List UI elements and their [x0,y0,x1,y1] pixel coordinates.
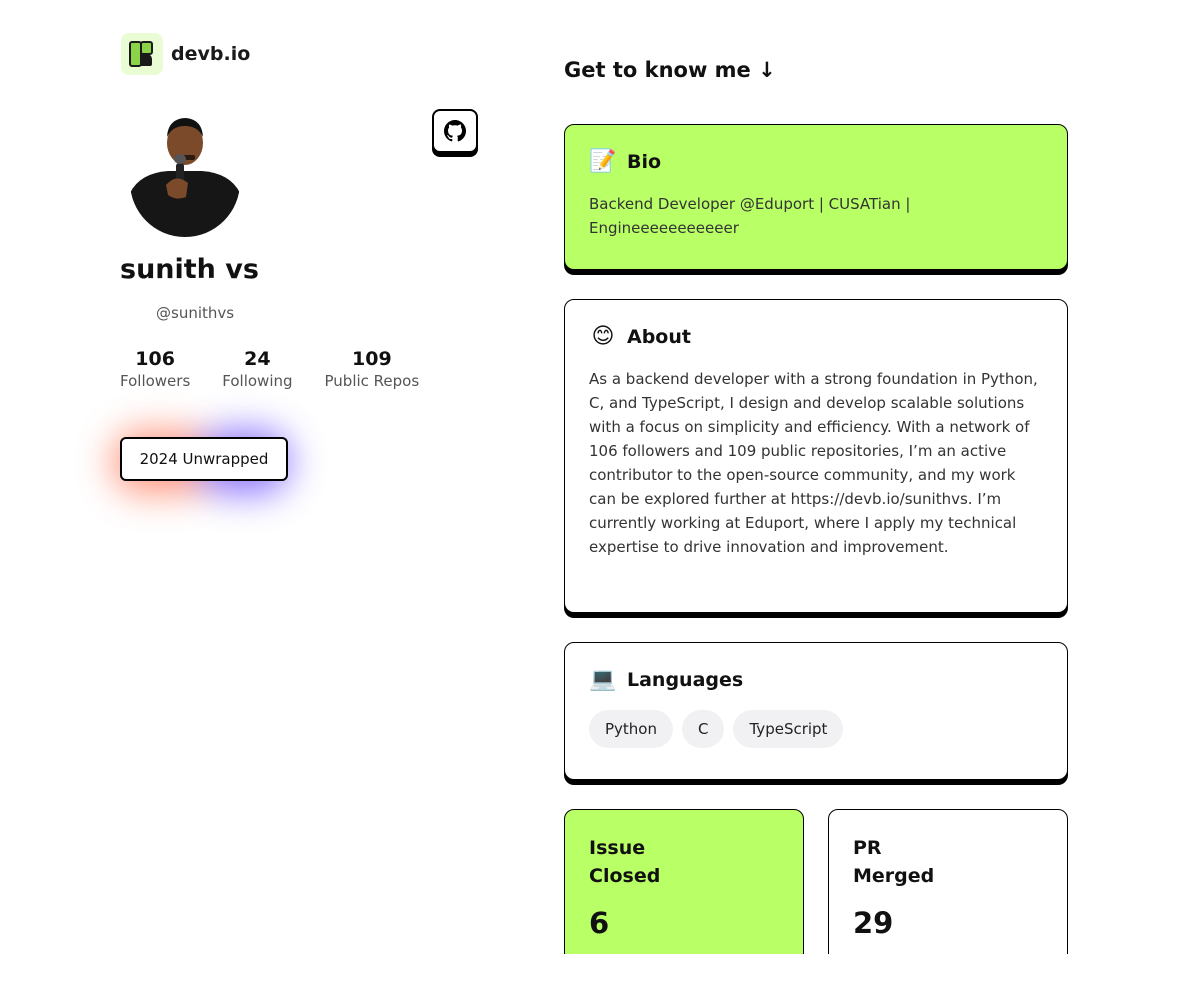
languages-title: Languages [627,668,744,691]
smile-icon: 😊 [591,324,615,349]
language-chips: Python C TypeScript [589,710,1043,748]
stat-card-value: 6 [589,906,610,940]
stat-public-repos[interactable]: 109 Public Repos [325,347,420,391]
stat-label: Following [222,372,293,390]
languages-card: 💻 Languages Python C TypeScript [564,642,1068,780]
github-button[interactable] [432,109,478,153]
github-icon [444,120,466,142]
stat-following[interactable]: 24 Following [222,347,292,391]
stat-label: Public Repos [324,372,420,390]
stat-value: 106 [135,348,175,370]
language-chip[interactable]: Python [589,710,673,748]
about-text: As a backend developer with a strong fou… [589,370,1038,556]
devb-logo-icon [121,33,163,75]
profile-name: sunith vs [120,254,259,285]
section-heading: Get to know me ↓ [564,58,776,82]
stat-value: 109 [352,348,392,370]
about-card: 😊 About As a backend developer with a st… [564,299,1068,613]
about-title: About [627,325,691,348]
laptop-icon: 💻 [589,667,617,692]
stat-card-value: 29 [853,906,894,940]
bio-text: Backend Developer @Eduport | CUSATian | … [589,195,911,237]
profile-stats: 106 Followers 24 Following 109 Public Re… [120,347,451,391]
stat-label: Followers [120,372,191,390]
bio-title: Bio [627,150,662,173]
brand-name: devb.io [171,43,251,65]
stat-followers[interactable]: 106 Followers [120,347,190,391]
language-chip[interactable]: C [682,710,725,748]
unwrapped-button[interactable]: 2024 Unwrapped [120,437,288,481]
language-chip[interactable]: TypeScript [733,710,844,748]
profile-username: @sunithvs [156,304,235,322]
stat-card-label: Issue Closed [589,837,661,887]
stat-card-label: PR Merged [853,837,935,887]
stat-value: 24 [244,348,271,370]
avatar [130,113,240,237]
memo-icon: 📝 [589,149,617,174]
bio-card: 📝 Bio Backend Developer @Eduport | CUSAT… [564,124,1068,270]
brand-logo[interactable]: devb.io [121,33,250,75]
viewport-cutoff [0,954,1200,986]
